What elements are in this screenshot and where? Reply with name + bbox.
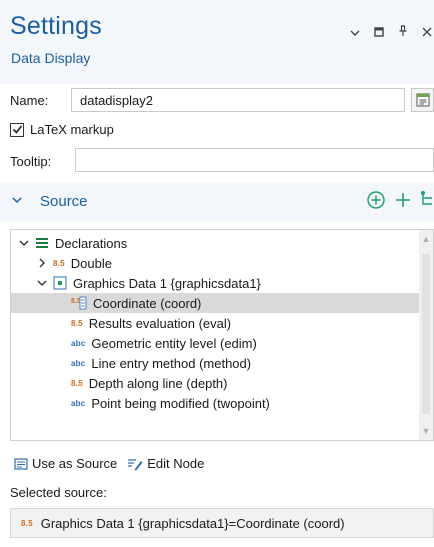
tree-item-label: Double [70, 255, 112, 271]
edit-node-button[interactable]: Edit Node [127, 456, 204, 471]
latex-checkbox[interactable] [10, 122, 24, 137]
name-label: Name: [10, 93, 49, 108]
tree-item-label: Results evaluation (eval) [88, 315, 232, 331]
name-field[interactable] [71, 88, 405, 112]
number-tag-icon: 8.5 [71, 318, 83, 328]
maximize-icon[interactable] [372, 24, 386, 40]
tree-item[interactable]: abc Geometric entity level (edim) [11, 333, 419, 353]
scroll-down-icon[interactable]: ▼ [419, 424, 433, 438]
chevron-right-icon[interactable] [35, 258, 49, 268]
window-controls [348, 24, 434, 40]
plus-icon[interactable] [394, 191, 412, 209]
latex-label: LaTeX markup [30, 122, 114, 137]
tree-item-label: Point being modified (twopoint) [91, 395, 270, 411]
tree-item-label: Geometric entity level (edim) [91, 335, 257, 351]
settings-header: Settings Data Display [0, 0, 434, 84]
tooltip-label: Tooltip: [10, 154, 52, 169]
coordinate-icon: 8.5 ___ [71, 296, 87, 310]
svg-text:8.5: 8.5 [71, 298, 81, 305]
tree-actions: Use as Source Edit Node [14, 456, 204, 471]
number-tag-icon: 8.5 [21, 518, 33, 528]
name-action-button[interactable] [411, 88, 434, 112]
tooltip-field[interactable] [75, 148, 434, 172]
tree-item[interactable]: 8.5 Depth along line (depth) [11, 373, 419, 393]
number-tag-icon: 8.5 [71, 378, 83, 388]
use-as-source-icon [14, 457, 28, 470]
tree-item-label: Declarations [55, 235, 128, 251]
selected-source-value: 8.5 Graphics Data 1 {graphicsdata1}=Coor… [10, 508, 434, 538]
chevron-down-icon[interactable] [348, 24, 362, 40]
page-subtitle: Data Display [11, 50, 91, 66]
tree-item[interactable]: abc Line entry method (method) [11, 353, 419, 373]
selected-source-text: Graphics Data 1 {graphicsdata1}=Coordina… [40, 515, 345, 531]
pin-icon[interactable] [396, 24, 410, 40]
tree-item[interactable]: 8.5 ___ Coordinate (coord) [11, 293, 419, 313]
edit-node-label: Edit Node [147, 456, 205, 471]
tree-item[interactable]: Graphics Data 1 {graphicsdata1} [11, 273, 419, 293]
properties-icon [416, 93, 429, 107]
use-as-source-button[interactable]: Use as Source [14, 456, 117, 471]
string-tag-icon: abc [71, 338, 86, 348]
source-tree[interactable]: Declarations 8.5 Double Graphics Data 1 {gr… [10, 229, 434, 441]
source-toolbar [366, 190, 434, 210]
tree-item-label: Line entry method (method) [91, 355, 252, 371]
number-tag-icon: 8.5 [53, 258, 65, 268]
string-tag-icon: abc [71, 358, 86, 368]
tree-item[interactable]: 8.5 Results evaluation (eval) [11, 313, 419, 333]
tree-item-label: Coordinate (coord) [93, 295, 202, 311]
scroll-up-icon[interactable]: ▲ [419, 232, 433, 246]
tree-item-label: Depth along line (depth) [88, 375, 228, 391]
selected-source-label: Selected source: [10, 485, 107, 500]
use-as-source-label: Use as Source [32, 456, 118, 471]
tree-item[interactable]: abc Point being modified (twopoint) [11, 393, 419, 413]
tree-node-icon[interactable] [420, 190, 434, 210]
tree-item[interactable]: 8.5 Double [11, 253, 419, 273]
add-circle-icon[interactable] [366, 190, 386, 210]
source-section-title: Source [40, 193, 88, 210]
tree-item-label: Graphics Data 1 {graphicsdata1} [73, 275, 261, 291]
close-icon[interactable] [420, 24, 434, 40]
checkmark-icon [12, 125, 22, 134]
chevron-down-icon[interactable] [12, 196, 22, 204]
scroll-thumb[interactable] [422, 254, 430, 414]
svg-text:___: ___ [71, 305, 82, 310]
declarations-icon [35, 237, 49, 249]
edit-node-icon [128, 458, 143, 470]
chevron-down-icon[interactable] [17, 239, 31, 247]
page-title: Settings [10, 12, 102, 40]
graphics-data-icon [53, 276, 67, 290]
latex-markup-row[interactable]: LaTeX markup [10, 122, 114, 137]
tree-scrollbar[interactable]: ▲ ▼ [419, 230, 433, 440]
tree-item[interactable]: Declarations [11, 233, 419, 253]
string-tag-icon: abc [71, 398, 86, 408]
chevron-down-icon[interactable] [35, 279, 49, 287]
